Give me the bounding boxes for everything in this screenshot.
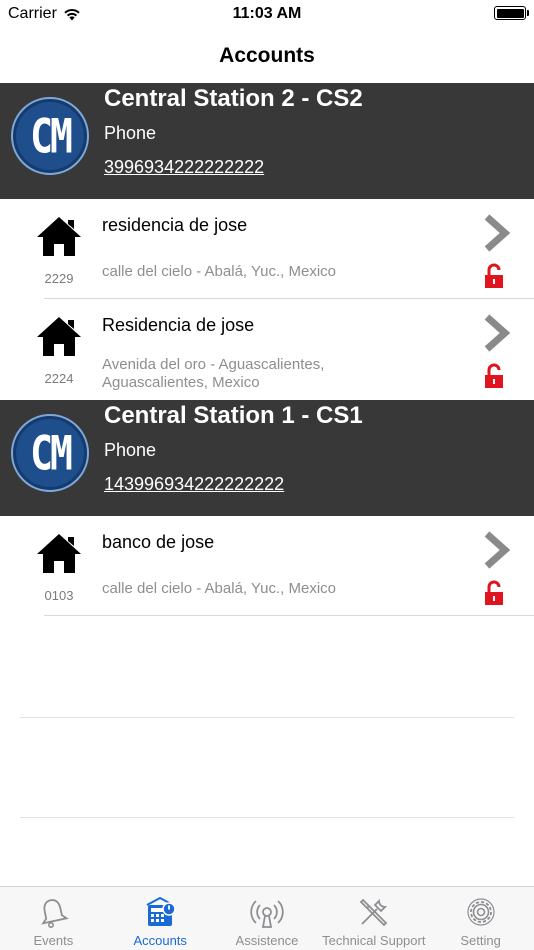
tab-bar: Events Accounts Assistence Technical Sup…: [0, 886, 534, 950]
gear-icon: [466, 898, 495, 926]
divider: [20, 817, 514, 818]
station-logo: CM: [11, 97, 89, 175]
tab-label: Events: [33, 933, 74, 948]
tab-label: Assistence: [235, 933, 299, 948]
tab-setting[interactable]: Setting: [427, 887, 534, 950]
tab-label: Setting: [460, 933, 501, 948]
navigation-bar: Accounts: [0, 28, 534, 83]
tab-label: Accounts: [133, 933, 187, 948]
account-name: Residencia de jose: [102, 315, 255, 335]
station-phone-label: Phone: [104, 440, 157, 460]
alarm-panel-icon: [146, 896, 176, 926]
account-row[interactable]: 2229 residencia de jose calle del cielo …: [0, 199, 534, 299]
account-row[interactable]: 2224 Residencia de jose Avenida del oro …: [0, 299, 534, 399]
station-name: Central Station 1 - CS1: [104, 402, 363, 429]
station-phone-label: Phone: [104, 123, 157, 143]
account-address: calle del cielo - Abalá, Yuc., Mexico: [102, 580, 337, 597]
tab-label: Technical Support: [322, 933, 426, 948]
account-code: 2224: [44, 371, 74, 386]
account-address: Avenida del oro - Aguascalientes, Aguasc…: [102, 356, 325, 391]
account-address: calle del cielo - Abalá, Yuc., Mexico: [102, 263, 337, 280]
account-name: banco de jose: [102, 532, 215, 552]
unlocked-icon: [485, 263, 503, 288]
station-header: CM Central Station 2 - CS2 Phone 3996934…: [0, 83, 534, 199]
station-header: CM Central Station 1 - CS1 Phone 1439969…: [0, 400, 534, 516]
divider: [20, 717, 514, 718]
tools-icon: [359, 898, 388, 927]
station-name: Central Station 2 - CS2: [104, 85, 363, 112]
status-bar: Carrier 11:03 AM: [0, 0, 534, 28]
alert-signal-icon: [250, 900, 284, 928]
tab-events[interactable]: Events: [0, 887, 107, 950]
chevron-right-icon[interactable]: [482, 313, 510, 353]
station-phone-link[interactable]: 143996934222222222: [104, 474, 284, 495]
account-code: 0103: [44, 588, 74, 603]
unlocked-icon: [485, 363, 503, 388]
status-time: 11:03 AM: [232, 5, 302, 22]
home-icon: [37, 217, 81, 256]
account-name: residencia de jose: [102, 215, 248, 235]
chevron-right-icon[interactable]: [482, 530, 510, 570]
tab-assistence[interactable]: Assistence: [214, 887, 321, 950]
page-title: Accounts: [219, 43, 315, 67]
home-icon: [37, 534, 81, 573]
tab-technical-support[interactable]: Technical Support: [320, 887, 427, 950]
chevron-right-icon[interactable]: [482, 213, 510, 253]
account-row[interactable]: 0103 banco de jose calle del cielo - Aba…: [0, 516, 534, 616]
unlocked-icon: [485, 580, 503, 605]
station-logo: CM: [11, 414, 89, 492]
tab-accounts[interactable]: Accounts: [107, 887, 214, 950]
battery-icon: [494, 6, 529, 20]
station-phone-link[interactable]: 3996934222222222: [104, 157, 264, 178]
bell-icon: [41, 899, 70, 928]
home-icon: [37, 317, 81, 356]
account-code: 2229: [44, 271, 74, 286]
